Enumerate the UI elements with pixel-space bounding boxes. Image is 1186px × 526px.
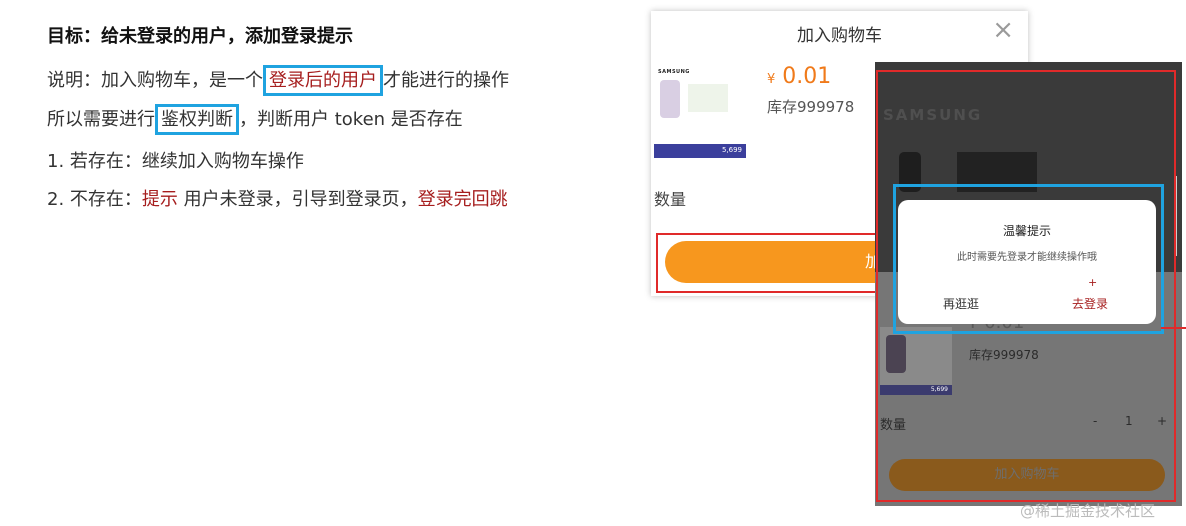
product-price: ¥ 0.01 [767, 64, 831, 89]
price-value: 0.01 [782, 64, 832, 89]
prompt-highlight: 提示 [141, 189, 178, 210]
currency-symbol: ¥ [767, 72, 776, 87]
line4-middle: 用户未登录，引导到登录页， [177, 189, 418, 210]
product-thumbnail: SAMSUNG 5,699 [654, 66, 746, 158]
line2-suffix: ，判断用户 token 是否存在 [239, 109, 463, 130]
promo-strip: 5,699 [654, 144, 746, 158]
explanation-line-3: 1. 若存在：继续加入购物车操作 [47, 151, 304, 172]
redirect-back-highlight: 登录完回跳 [417, 189, 508, 210]
dialog-highlight-box [893, 184, 1164, 334]
sheet-title: 加入购物车 [797, 26, 882, 46]
edge-divider [1176, 176, 1186, 256]
line4-prefix: 2. 不存在： [47, 189, 142, 210]
explanation-line-2: 所以需要进行 鉴权判断 ，判断用户 token 是否存在 [47, 104, 463, 135]
promo-graphic [688, 84, 728, 112]
explanation-line-1: 说明：加入购物车，是一个 登录后的用户 才能进行的操作 [47, 65, 509, 96]
quantity-label: 数量 [654, 190, 687, 209]
auth-check-highlight: 鉴权判断 [155, 104, 239, 135]
page-title: 目标：给未登录的用户，添加登录提示 [47, 26, 353, 47]
watermark: @稀土掘金技术社区 [1020, 502, 1156, 520]
close-icon[interactable]: × [992, 15, 1014, 45]
explanation-line-4: 2. 不存在：提示 用户未登录，引导到登录页，登录完回跳 [47, 185, 508, 211]
line1-prefix: 说明：加入购物车，是一个 [47, 70, 263, 91]
line1-suffix: 才能进行的操作 [383, 70, 509, 91]
phone-image [660, 80, 680, 118]
thumb-brand: SAMSUNG [658, 69, 690, 75]
annotation-arrow-line [1161, 327, 1186, 329]
stock-text: 库存999978 [767, 98, 855, 116]
logged-in-user-highlight: 登录后的用户 [263, 65, 383, 96]
thumb-price: 5,699 [721, 146, 742, 154]
line2-prefix: 所以需要进行 [47, 109, 155, 130]
